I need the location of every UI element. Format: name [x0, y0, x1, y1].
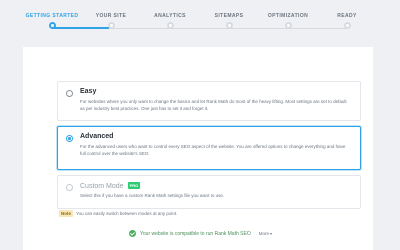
- mode-option-advanced[interactable]: Advanced For the advanced users who want…: [57, 126, 361, 170]
- compatibility-status: Your website is compatible to run Rank M…: [129, 230, 272, 237]
- mode-option-easy[interactable]: Easy For websites where you only want to…: [57, 81, 361, 121]
- more-toggle[interactable]: More▾: [259, 231, 272, 236]
- step-dot-icon: [166, 22, 174, 29]
- check-circle-icon: [129, 230, 136, 237]
- option-title: Easy: [80, 88, 97, 95]
- pro-badge: PRO: [127, 182, 141, 189]
- note-text: You can easily switch between modes at a…: [76, 211, 178, 216]
- more-label: More: [258, 231, 269, 236]
- note-tag: Note: [59, 210, 73, 217]
- option-description: For the advanced users who want to contr…: [80, 144, 346, 156]
- compat-text: Your website is compatible to run Rank M…: [140, 230, 251, 237]
- setup-mode-card: Easy For websites where you only want to…: [23, 47, 373, 250]
- step-dot-icon: [48, 22, 56, 29]
- note-row: Note You can easily switch between modes …: [59, 210, 177, 217]
- mode-option-custom[interactable]: Custom Mode PRO Select this if you have a…: [57, 175, 361, 209]
- easy-radio[interactable]: [66, 90, 73, 97]
- wizard-steps: GETTING STARTED YOUR SITE ANALYTICS SITE…: [0, 0, 400, 34]
- step-dot-icon: [284, 22, 292, 29]
- custom-mode-label: Custom Mode: [80, 183, 124, 190]
- chevron-down-icon: ▾: [269, 231, 272, 236]
- step-dot-icon: [343, 22, 351, 29]
- option-description: For websites where you only want to chan…: [80, 99, 347, 111]
- advanced-radio[interactable]: [66, 135, 73, 142]
- option-title: Advanced: [80, 133, 114, 140]
- step-label: READY: [337, 13, 357, 19]
- custom-radio[interactable]: [66, 184, 73, 191]
- option-title: Custom Mode PRO: [80, 182, 141, 190]
- step-dot-icon: [225, 22, 233, 29]
- step-dot-icon: [107, 22, 115, 29]
- step-ready[interactable]: READY: [307, 13, 387, 29]
- option-description: Select this if you have a custom Rank Ma…: [80, 193, 225, 198]
